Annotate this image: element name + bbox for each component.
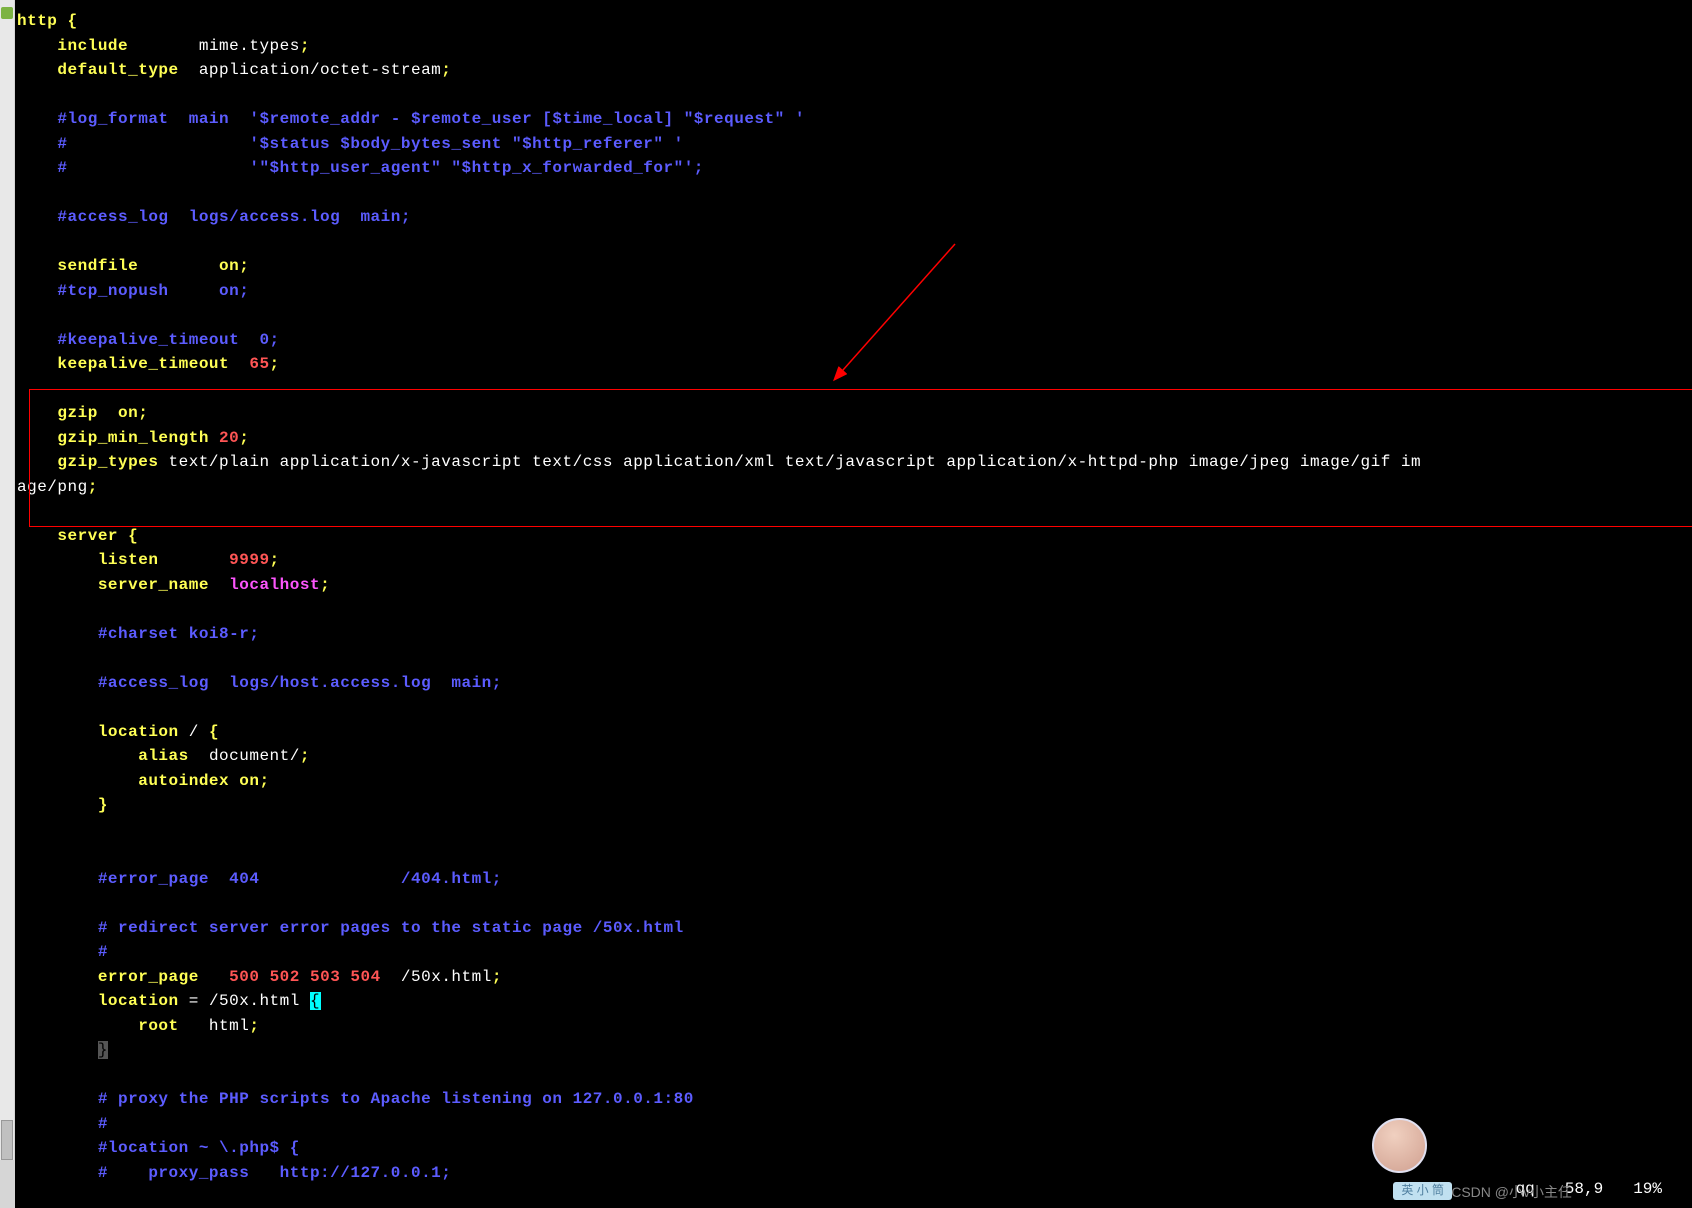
code-line[interactable]: [17, 184, 1692, 209]
avatar-badge: 英 小 筒: [1393, 1182, 1452, 1200]
scroll-thumb[interactable]: [1, 1120, 13, 1160]
code-line[interactable]: [17, 306, 1692, 331]
code-line[interactable]: server_name localhost;: [17, 576, 1692, 601]
code-line[interactable]: #access_log logs/host.access.log main;: [17, 674, 1692, 699]
code-line[interactable]: include mime.types;: [17, 37, 1692, 62]
code-line[interactable]: # proxy the PHP scripts to Apache listen…: [17, 1090, 1692, 1115]
code-line[interactable]: # '$status $body_bytes_sent "$http_refer…: [17, 135, 1692, 160]
code-line[interactable]: }: [17, 796, 1692, 821]
code-line[interactable]: [17, 600, 1692, 625]
code-line[interactable]: [17, 502, 1692, 527]
code-line[interactable]: alias document/;: [17, 747, 1692, 772]
code-line[interactable]: root html;: [17, 1017, 1692, 1042]
code-line[interactable]: listen 9999;: [17, 551, 1692, 576]
code-line[interactable]: }: [17, 1041, 1692, 1066]
code-line[interactable]: gzip_min_length 20;: [17, 429, 1692, 454]
code-line[interactable]: [17, 86, 1692, 111]
watermark-text: CSDN @小v小主任: [1451, 1184, 1572, 1200]
code-line[interactable]: [17, 649, 1692, 674]
code-editor[interactable]: http { include mime.types; default_type …: [15, 0, 1692, 1208]
code-line[interactable]: #charset koi8-r;: [17, 625, 1692, 650]
code-line[interactable]: [17, 698, 1692, 723]
code-line[interactable]: #log_format main '$remote_addr - $remote…: [17, 110, 1692, 135]
code-line[interactable]: #keepalive_timeout 0;: [17, 331, 1692, 356]
code-line[interactable]: [17, 380, 1692, 405]
code-line[interactable]: gzip_types text/plain application/x-java…: [17, 453, 1692, 478]
code-line[interactable]: server {: [17, 527, 1692, 552]
scroll-marker: [1, 7, 13, 19]
code-line[interactable]: keepalive_timeout 65;: [17, 355, 1692, 380]
scrollbar-track[interactable]: [0, 0, 14, 1160]
code-line[interactable]: error_page 500 502 503 504 /50x.html;: [17, 968, 1692, 993]
code-line[interactable]: location / {: [17, 723, 1692, 748]
code-line[interactable]: default_type application/octet-stream;: [17, 61, 1692, 86]
code-line[interactable]: [17, 233, 1692, 258]
code-line[interactable]: sendfile on;: [17, 257, 1692, 282]
editor-container: 2111111 http { include mime.types; defau…: [0, 0, 1692, 1208]
avatar-image: [1372, 1118, 1427, 1173]
code-line[interactable]: location = /50x.html {: [17, 992, 1692, 1017]
code-line[interactable]: [17, 821, 1692, 846]
code-line[interactable]: #access_log logs/access.log main;: [17, 208, 1692, 233]
code-line[interactable]: [17, 1066, 1692, 1091]
matching-brace: }: [98, 1041, 108, 1059]
scroll-percent: 19%: [1633, 1180, 1662, 1198]
code-line[interactable]: autoindex on;: [17, 772, 1692, 797]
code-line[interactable]: # redirect server error pages to the sta…: [17, 919, 1692, 944]
code-line[interactable]: [17, 894, 1692, 919]
code-line[interactable]: age/png;: [17, 478, 1692, 503]
code-line[interactable]: #tcp_nopush on;: [17, 282, 1692, 307]
code-line[interactable]: #: [17, 1115, 1692, 1140]
cursor: {: [310, 992, 321, 1010]
code-line[interactable]: #location ~ \.php$ {: [17, 1139, 1692, 1164]
code-line[interactable]: gzip on;: [17, 404, 1692, 429]
code-line[interactable]: # '"$http_user_agent" "$http_x_forwarded…: [17, 159, 1692, 184]
code-line[interactable]: #error_page 404 /404.html;: [17, 870, 1692, 895]
code-line[interactable]: http {: [17, 12, 1692, 37]
code-line[interactable]: #: [17, 943, 1692, 968]
code-line[interactable]: [17, 845, 1692, 870]
